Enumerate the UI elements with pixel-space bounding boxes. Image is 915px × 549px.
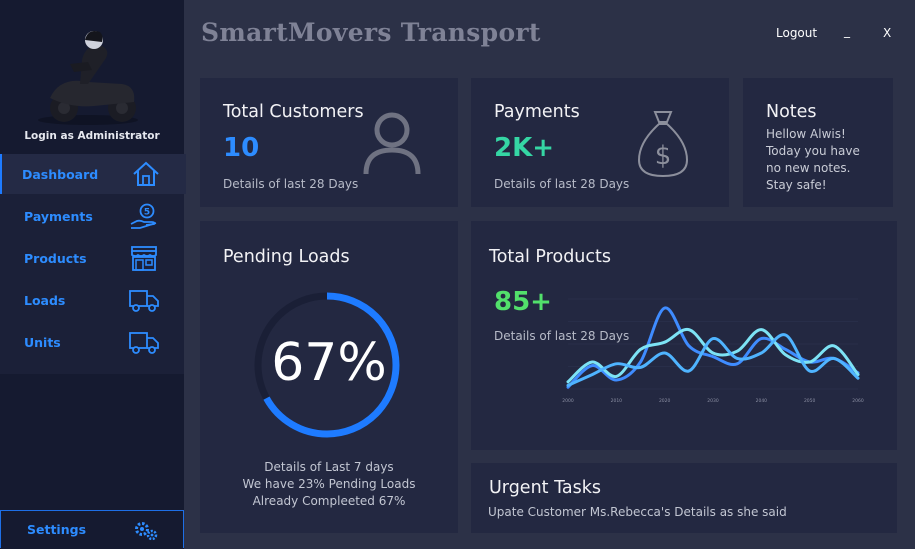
pending-detail-line: Already Compleeted 67% bbox=[252, 494, 406, 508]
pending-loads-details: Details of Last 7 days We have 23% Pendi… bbox=[200, 459, 458, 510]
pending-loads-percent: 67% bbox=[271, 333, 387, 393]
notes-line: Stay safe! bbox=[766, 178, 827, 192]
settings-button[interactable]: Settings bbox=[0, 510, 184, 548]
products-line-chart: 2000 2010 2020 2030 2040 2050 2060 bbox=[562, 298, 864, 404]
svg-text:$: $ bbox=[655, 141, 672, 171]
gears-icon bbox=[135, 522, 158, 541]
urgent-task-text: Upate Customer Ms.Rebecca's Details as s… bbox=[488, 505, 787, 519]
sidebar-item-dashboard[interactable]: Dashboard bbox=[0, 154, 186, 194]
payments-card: Payments 2K+ Details of last 28 Days $ bbox=[471, 78, 729, 207]
sidebar-item-label: Payments bbox=[24, 208, 93, 224]
total-customers-card: Total Customers 10 Details of last 28 Da… bbox=[200, 78, 458, 207]
sidebar-item-label: Dashboard bbox=[22, 166, 99, 182]
chart-x-tick-label: 2020 bbox=[659, 398, 671, 404]
truck-icon bbox=[129, 332, 159, 354]
notes-line: no new notes. bbox=[766, 161, 851, 175]
chart-x-tick-label: 2030 bbox=[707, 398, 719, 404]
notes-card: Notes Hellow Alwis! Today you have no ne… bbox=[743, 78, 893, 207]
chart-x-tick-label: 2000 bbox=[562, 398, 574, 404]
chart-x-tick-label: 2050 bbox=[804, 398, 816, 404]
notes-line: Hellow Alwis! bbox=[766, 127, 846, 141]
sidebar-item-label: Loads bbox=[24, 292, 66, 308]
money-bag-icon: $ bbox=[637, 111, 689, 178]
store-icon bbox=[131, 246, 157, 271]
card-title: Urgent Tasks bbox=[489, 478, 601, 498]
chart-x-tick-label: 2040 bbox=[756, 398, 768, 404]
logout-button[interactable]: Logout bbox=[776, 26, 817, 40]
card-title: Payments bbox=[494, 102, 580, 122]
card-title: Pending Loads bbox=[223, 247, 350, 267]
truck-icon bbox=[129, 290, 159, 312]
minimize-button[interactable]: _ bbox=[844, 24, 850, 38]
settings-label: Settings bbox=[27, 522, 87, 537]
svg-text:5: 5 bbox=[144, 208, 150, 218]
payment-hand-icon: 5 bbox=[130, 203, 157, 229]
customers-count: 10 bbox=[223, 133, 260, 163]
user-icon bbox=[363, 112, 421, 175]
close-button[interactable]: X bbox=[883, 26, 891, 40]
sidebar: Login as Administrator Dashboard Payment… bbox=[0, 0, 186, 549]
notes-line: Today you have bbox=[766, 144, 860, 158]
sidebar-item-units[interactable]: Units bbox=[0, 322, 184, 362]
pending-detail-line: Details of Last 7 days bbox=[264, 460, 394, 474]
pending-loads-card: Pending Loads 67% Details of Last 7 days… bbox=[200, 221, 458, 533]
chart-x-tick-label: 2010 bbox=[611, 398, 623, 404]
chart-x-tick-label: 2060 bbox=[852, 398, 864, 404]
sidebar-item-payments[interactable]: Payments 5 bbox=[0, 196, 184, 236]
app-title: SmartMovers Transport bbox=[201, 18, 541, 47]
user-avatar-rider-image bbox=[38, 31, 138, 125]
urgent-tasks-card: Urgent Tasks Upate Customer Ms.Rebecca's… bbox=[471, 463, 897, 533]
home-icon bbox=[133, 161, 159, 186]
sidebar-item-products[interactable]: Products bbox=[0, 238, 184, 278]
sidebar-item-label: Units bbox=[24, 334, 61, 350]
payments-amount: 2K+ bbox=[494, 133, 555, 163]
card-title: Total Customers bbox=[223, 102, 364, 122]
notes-body: Hellow Alwis! Today you have no new note… bbox=[766, 126, 886, 194]
sidebar-item-loads[interactable]: Loads bbox=[0, 280, 184, 320]
card-subtitle: Details of last 28 Days bbox=[494, 177, 630, 191]
total-products-card: Total Products 85+ Details of last 28 Da… bbox=[471, 221, 897, 450]
card-subtitle: Details of last 28 Days bbox=[223, 177, 359, 191]
pending-detail-line: We have 23% Pending Loads bbox=[242, 477, 416, 491]
card-title: Notes bbox=[766, 102, 817, 122]
sidebar-item-label: Products bbox=[24, 250, 87, 266]
login-role-label: Login as Administrator bbox=[24, 130, 160, 142]
